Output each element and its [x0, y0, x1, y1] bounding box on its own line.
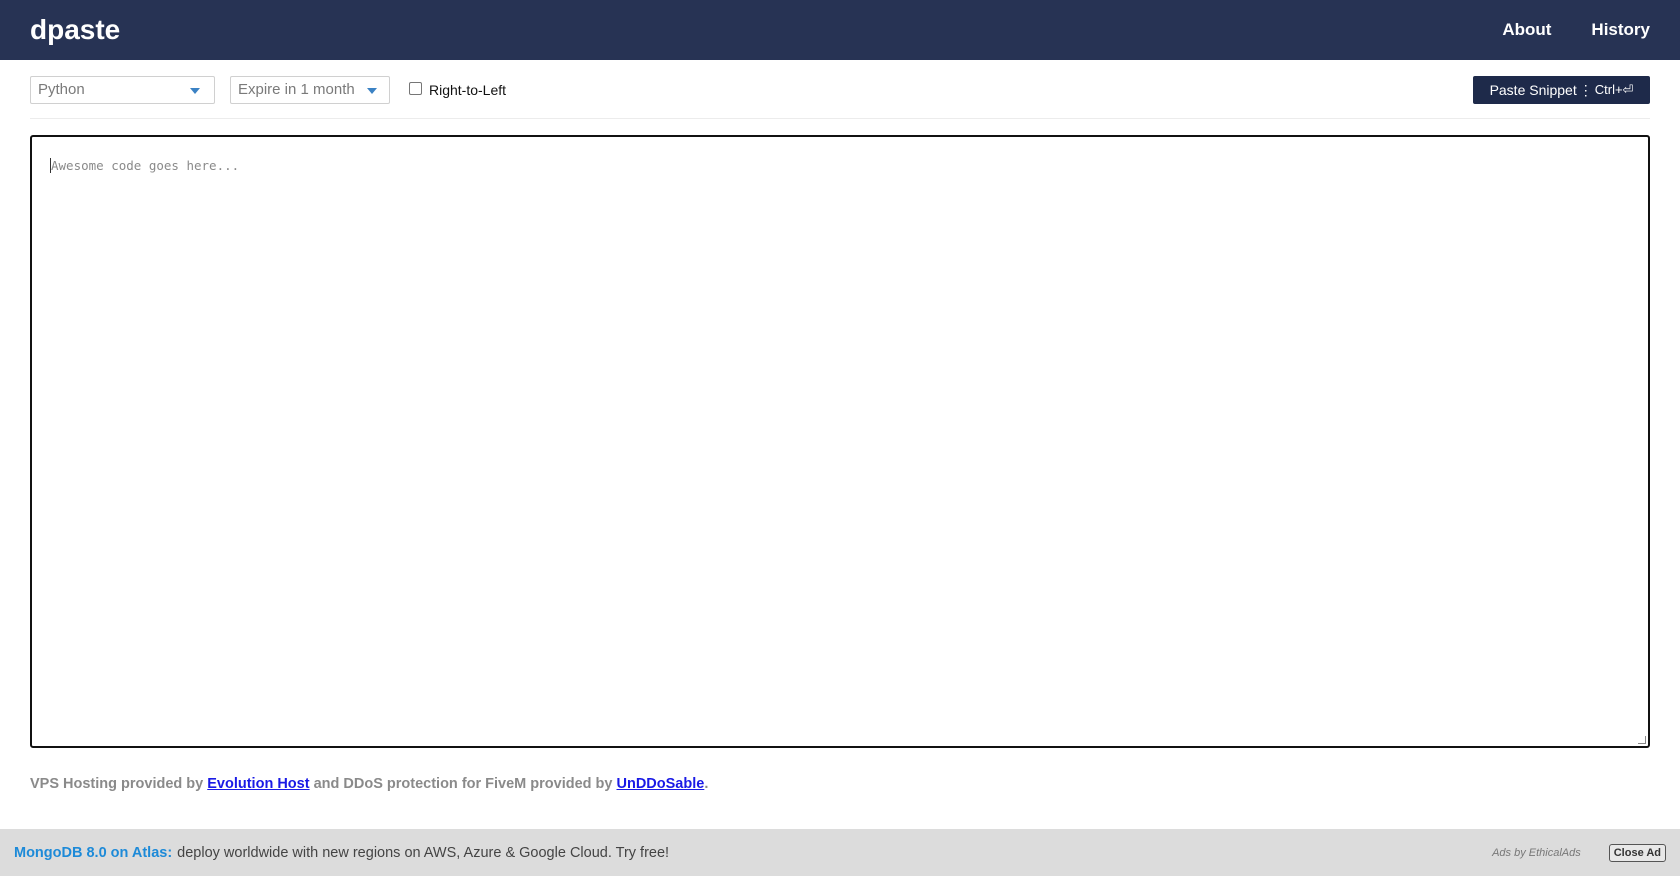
brand-logo-link[interactable]: dpaste: [30, 14, 120, 46]
paste-snippet-button[interactable]: Paste Snippet ⋮ Ctrl+⏎: [1473, 76, 1650, 104]
paste-button-label: Paste Snippet: [1489, 82, 1577, 98]
chevron-down-icon: [190, 88, 200, 94]
editor-placeholder: Awesome code goes here...: [50, 158, 240, 173]
rtl-label: Right-to-Left: [429, 82, 507, 98]
expiry-select[interactable]: Expire in 1 month: [230, 76, 390, 104]
chevron-down-icon: [367, 88, 377, 94]
evolution-host-link[interactable]: Evolution Host: [207, 776, 309, 792]
separator-icon: ⋮: [1578, 81, 1593, 98]
credits-suffix: .: [704, 776, 709, 792]
unddosable-link[interactable]: UnDDoSable: [617, 776, 705, 792]
ads-by-ethicalads-link[interactable]: Ads by EthicalAds: [1492, 847, 1581, 859]
hosting-credits: VPS Hosting provided by Evolution Host a…: [30, 776, 708, 792]
nav-about-link[interactable]: About: [1502, 20, 1551, 40]
credits-middle: and DDoS protection for FiveM provided b…: [309, 776, 617, 792]
rtl-checkbox[interactable]: [409, 81, 422, 95]
nav-history-link[interactable]: History: [1591, 20, 1650, 40]
lexer-select[interactable]: Python: [30, 76, 215, 104]
resize-handle-icon[interactable]: [1638, 736, 1646, 744]
credits-prefix: VPS Hosting provided by: [30, 776, 208, 792]
paste-options-bar: Python Expire in 1 month Right-to-Left P…: [30, 76, 1650, 104]
lexer-selected-value: Python: [38, 81, 85, 98]
divider: [30, 118, 1650, 119]
rtl-option[interactable]: Right-to-Left: [409, 81, 507, 98]
ad-body[interactable]: deploy worldwide with new regions on AWS…: [177, 845, 669, 861]
main-nav: About History: [1462, 20, 1650, 40]
top-navbar: dpaste About History: [0, 0, 1680, 60]
keyboard-shortcut: Ctrl+⏎: [1594, 82, 1634, 97]
expiry-selected-value: Expire in 1 month: [238, 81, 355, 98]
ad-headline[interactable]: MongoDB 8.0 on Atlas:: [14, 845, 172, 861]
code-editor-textarea[interactable]: Awesome code goes here...: [30, 135, 1650, 748]
ethical-ad-banner[interactable]: MongoDB 8.0 on Atlas: deploy worldwide w…: [0, 829, 1680, 876]
close-ad-button[interactable]: Close Ad: [1608, 843, 1666, 862]
